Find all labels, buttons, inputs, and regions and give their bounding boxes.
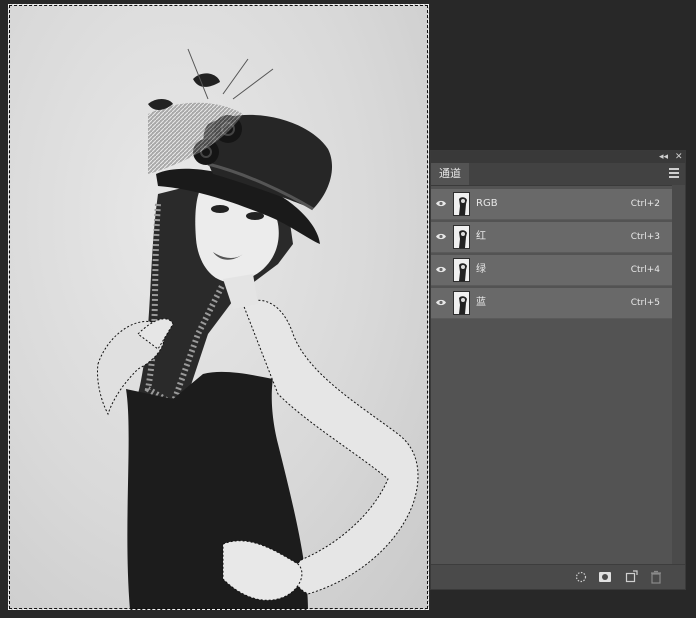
channel-name: 红 bbox=[476, 231, 486, 242]
save-selection-icon[interactable] bbox=[598, 570, 612, 584]
delete-channel-icon[interactable] bbox=[649, 570, 663, 584]
tab-channels[interactable]: 通道 bbox=[431, 163, 469, 185]
channel-shortcut: Ctrl+4 bbox=[630, 265, 660, 275]
channel-thumbnail bbox=[453, 225, 470, 249]
panel-menu-icon[interactable] bbox=[669, 168, 679, 180]
eye-icon[interactable] bbox=[436, 233, 446, 240]
panel-footer bbox=[431, 564, 685, 589]
channel-thumbnail bbox=[453, 258, 470, 282]
panel-titlebar: ◂◂ ✕ bbox=[431, 151, 685, 163]
channel-name: 绿 bbox=[476, 264, 486, 275]
channel-row-blue[interactable]: 蓝 Ctrl+5 bbox=[431, 288, 672, 319]
channels-panel: ◂◂ ✕ 通道 RGB Ctrl+2 红 Ctrl+3 绿 Ctrl+4 蓝 C… bbox=[430, 150, 686, 590]
channel-name: RGB bbox=[476, 198, 498, 209]
channel-name: 蓝 bbox=[476, 297, 486, 308]
channel-shortcut: Ctrl+2 bbox=[630, 199, 660, 209]
eye-icon[interactable] bbox=[436, 299, 446, 306]
eye-icon[interactable] bbox=[436, 266, 446, 273]
channel-thumbnail bbox=[453, 291, 470, 315]
channel-thumbnail bbox=[453, 192, 470, 216]
channel-row-green[interactable]: 绿 Ctrl+4 bbox=[431, 255, 672, 286]
document-canvas[interactable] bbox=[8, 4, 429, 610]
close-panel-icon[interactable]: ✕ bbox=[675, 151, 683, 163]
panel-tab-bar: 通道 bbox=[431, 163, 685, 186]
panel-scrollbar[interactable] bbox=[672, 185, 685, 565]
channel-shortcut: Ctrl+5 bbox=[630, 298, 660, 308]
channel-list: RGB Ctrl+2 红 Ctrl+3 绿 Ctrl+4 蓝 Ctrl+5 bbox=[431, 189, 672, 321]
channel-shortcut: Ctrl+3 bbox=[630, 232, 660, 242]
eye-icon[interactable] bbox=[436, 200, 446, 207]
collapse-panel-icon[interactable]: ◂◂ bbox=[659, 151, 668, 163]
portrait-photo bbox=[97, 48, 419, 610]
channel-row-red[interactable]: 红 Ctrl+3 bbox=[431, 222, 672, 253]
channel-row-rgb[interactable]: RGB Ctrl+2 bbox=[431, 189, 672, 220]
load-selection-icon[interactable] bbox=[574, 570, 588, 584]
new-channel-icon[interactable] bbox=[624, 570, 638, 584]
